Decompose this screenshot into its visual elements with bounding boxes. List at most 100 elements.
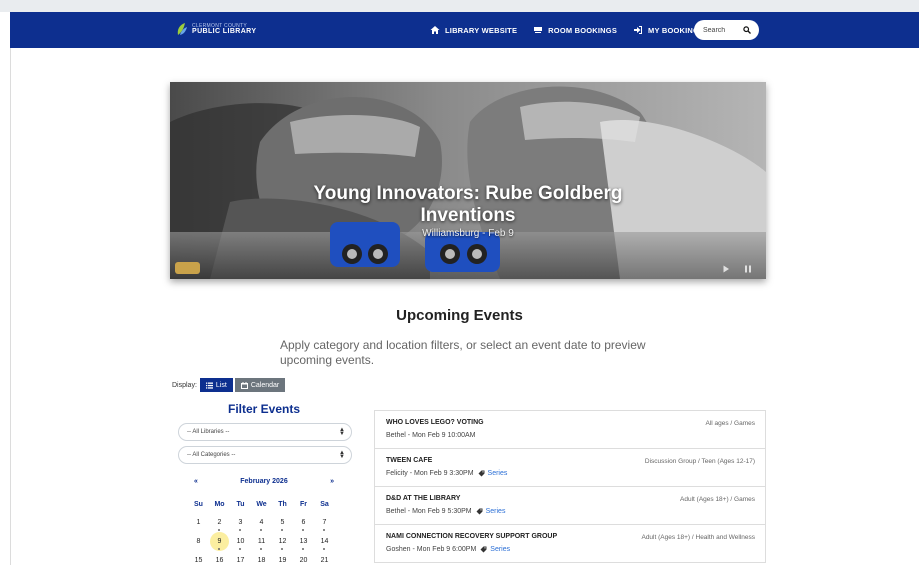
calendar-day-number: 13: [299, 538, 308, 545]
play-icon[interactable]: [722, 265, 730, 273]
calendar-view-button[interactable]: Calendar: [234, 378, 286, 392]
calendar-day[interactable]: 20: [293, 555, 314, 565]
top-navbar: CLERMONT COUNTY PUBLIC LIBRARY LIBRARY W…: [10, 12, 919, 48]
calendar-weekday: Tu: [236, 501, 245, 508]
event-indicator-dot: [281, 548, 283, 550]
calendar-day-today[interactable]: 9: [209, 532, 230, 555]
calendar-day[interactable]: 18: [251, 555, 272, 565]
event-indicator-dot: [260, 548, 262, 550]
category-filter-select[interactable]: -- All Categories -- ▲ ▼: [178, 446, 352, 464]
select-arrows-icon: ▲ ▼: [339, 450, 345, 460]
calendar-header: « February 2026 »: [188, 478, 340, 490]
pause-icon[interactable]: [744, 265, 752, 273]
nav-room-bookings[interactable]: ROOM BOOKINGS: [533, 25, 617, 35]
tag-icon: [480, 546, 487, 553]
event-indicator-dot: [302, 529, 304, 531]
event-title[interactable]: TWEEN CAFE: [386, 457, 432, 464]
calendar-day[interactable]: 8: [188, 536, 209, 555]
calendar-day-number: 16: [215, 557, 224, 564]
library-filter-value: -- All Libraries --: [187, 429, 230, 435]
calendar-day[interactable]: 7: [314, 517, 335, 536]
event-category: All ages / Games: [705, 420, 756, 427]
room-icon: [534, 27, 543, 33]
calendar-day-number: 12: [278, 538, 287, 545]
category-filter-value: -- All Categories --: [187, 452, 236, 458]
calendar-month-title: February 2026: [240, 478, 288, 485]
hero-slideshow[interactable]: Young Innovators: Rube Goldberg Inventio…: [170, 82, 766, 279]
nav-library-website-label: LIBRARY WEBSITE: [445, 25, 518, 35]
event-series-link[interactable]: Series: [478, 470, 507, 477]
calendar-day-number: 15: [194, 557, 203, 564]
list-view-button[interactable]: List: [199, 378, 233, 392]
calendar-day[interactable]: 21: [314, 555, 335, 565]
search-input[interactable]: [703, 26, 739, 34]
mini-calendar: « February 2026 » Su Mo Tu We Th Fr Sa 1 2 3 4 5 6 7 8…: [188, 478, 340, 565]
calendar-day[interactable]: 12: [272, 536, 293, 555]
calendar-day-number: 18: [257, 557, 266, 564]
upcoming-events-description: Apply category and location filters, or …: [280, 338, 646, 367]
hero-title-line-1: Young Innovators: Rube Goldberg: [313, 183, 623, 204]
calendar-day[interactable]: 1: [188, 517, 209, 536]
event-category: Adult (Ages 18+) / Games: [680, 496, 755, 503]
calendar-day-number: 11: [257, 538, 266, 545]
display-toggle: Display: List Calendar: [172, 378, 286, 392]
hero-title-line-2: Inventions: [420, 205, 516, 226]
leaf-logo-icon: [177, 23, 187, 35]
tag-icon: [476, 508, 483, 515]
upcoming-events-title: Upcoming Events: [396, 307, 523, 324]
event-details: Felicity - Mon Feb 9 3:30PM Series: [386, 470, 507, 477]
event-title[interactable]: NAMI CONNECTION RECOVERY SUPPORT GROUP: [386, 533, 557, 540]
calendar-day[interactable]: 17: [230, 555, 251, 565]
nav-room-bookings-label: ROOM BOOKINGS: [548, 25, 618, 35]
calendar-day[interactable]: 4: [251, 517, 272, 536]
event-list-item[interactable]: NAMI CONNECTION RECOVERY SUPPORT GROUP Go…: [375, 525, 765, 563]
calendar-next-month[interactable]: »: [330, 478, 334, 485]
event-list-item[interactable]: WHO LOVES LEGO? VOTING Bethel - Mon Feb 9…: [375, 411, 765, 449]
calendar-day[interactable]: 16: [209, 555, 230, 565]
library-filter-select[interactable]: -- All Libraries -- ▲ ▼: [178, 423, 352, 441]
browser-top-strip: [0, 0, 919, 12]
calendar-day[interactable]: 19: [272, 555, 293, 565]
calendar-day-number: 17: [236, 557, 245, 564]
search-box: [694, 20, 759, 40]
event-series-link[interactable]: Series: [480, 546, 510, 553]
calendar-day-number: 20: [299, 557, 308, 564]
event-details: Bethel - Mon Feb 9 5:30PM Series: [386, 508, 505, 515]
calendar-day[interactable]: 3: [230, 517, 251, 536]
event-list-item[interactable]: TWEEN CAFE Felicity - Mon Feb 9 3:30PM Ser…: [375, 449, 765, 487]
calendar-day-number: 10: [236, 538, 245, 545]
event-title[interactable]: D&D AT THE LIBRARY: [386, 495, 460, 502]
calendar-day[interactable]: 6: [293, 517, 314, 536]
library-logo[interactable]: CLERMONT COUNTY PUBLIC LIBRARY: [176, 22, 256, 36]
event-location-time: Bethel - Mon Feb 9 5:30PM: [386, 508, 472, 515]
calendar-day[interactable]: 14: [314, 536, 335, 555]
event-indicator-dot: [260, 529, 262, 531]
event-title[interactable]: WHO LOVES LEGO? VOTING: [386, 419, 484, 426]
calendar-day[interactable]: 11: [251, 536, 272, 555]
logo-text-big: PUBLIC LIBRARY: [192, 28, 257, 35]
calendar-day-number: 9: [217, 538, 222, 545]
event-category: Adult (Ages 18+) / Health and Wellness: [641, 534, 755, 541]
event-location-time: Bethel - Mon Feb 9 10:00AM: [386, 432, 476, 439]
calendar-day[interactable]: 15: [188, 555, 209, 565]
event-indicator-dot: [218, 529, 220, 531]
calendar-day-number: 4: [259, 519, 264, 526]
event-location-time: Goshen - Mon Feb 9 6:00PM: [386, 546, 477, 553]
calendar-weekday: Mo: [214, 501, 225, 508]
tag-icon: [478, 470, 485, 477]
hero-title[interactable]: Young Innovators: Rube Goldberg Inventio…: [170, 183, 766, 227]
calendar-day-number: 6: [301, 519, 306, 526]
event-list-item[interactable]: D&D AT THE LIBRARY Bethel - Mon Feb 9 5:3…: [375, 487, 765, 525]
calendar-day[interactable]: 10: [230, 536, 251, 555]
events-list: WHO LOVES LEGO? VOTING Bethel - Mon Feb 9…: [374, 410, 766, 563]
calendar-day-number: 1: [196, 519, 201, 526]
event-indicator-dot: [323, 548, 325, 550]
calendar-day[interactable]: 5: [272, 517, 293, 536]
event-series-link[interactable]: Series: [476, 508, 506, 515]
calendar-day-number: 7: [322, 519, 327, 526]
search-icon[interactable]: [743, 26, 751, 34]
calendar-day[interactable]: 13: [293, 536, 314, 555]
sign-in-icon: [634, 26, 643, 34]
event-series-label: Series: [485, 508, 506, 515]
nav-library-website[interactable]: LIBRARY WEBSITE: [430, 25, 517, 35]
